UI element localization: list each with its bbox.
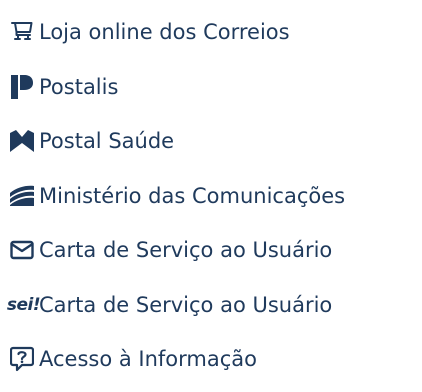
postal-saude-logo-icon — [8, 128, 36, 154]
link-acesso-informacao[interactable]: Acesso à Informação — [8, 332, 345, 387]
link-label: Postalis — [39, 74, 119, 99]
sei-logo-text: sei! — [6, 294, 41, 315]
link-label: Carta de Serviço ao Usuário — [39, 238, 333, 263]
link-carta-servico-sei[interactable]: sei! Carta de Serviço ao Usuário — [6, 278, 345, 333]
link-ministerio-comunicacoes[interactable]: Ministério das Comunicações — [8, 169, 345, 224]
link-postalis[interactable]: Postalis — [8, 60, 345, 115]
shopping-cart-icon — [8, 19, 36, 45]
link-label: Acesso à Informação — [39, 347, 258, 372]
link-label: Postal Saúde — [39, 129, 175, 154]
link-carta-servico[interactable]: Carta de Serviço ao Usuário — [8, 223, 345, 278]
ministerio-comunicacoes-logo-icon — [8, 183, 36, 209]
external-links-list: Loja online dos Correios Postalis Postal… — [6, 0, 345, 387]
link-label: Carta de Serviço ao Usuário — [39, 292, 333, 317]
sei-logo-icon: sei! — [6, 292, 41, 318]
link-label: Ministério das Comunicações — [39, 183, 346, 208]
link-label: Loja online dos Correios — [39, 20, 290, 45]
envelope-icon — [8, 237, 36, 263]
postalis-logo-icon — [8, 74, 36, 100]
link-postal-saude[interactable]: Postal Saúde — [8, 114, 345, 169]
information-question-icon — [8, 346, 36, 372]
link-loja-online-correios[interactable]: Loja online dos Correios — [8, 5, 345, 60]
